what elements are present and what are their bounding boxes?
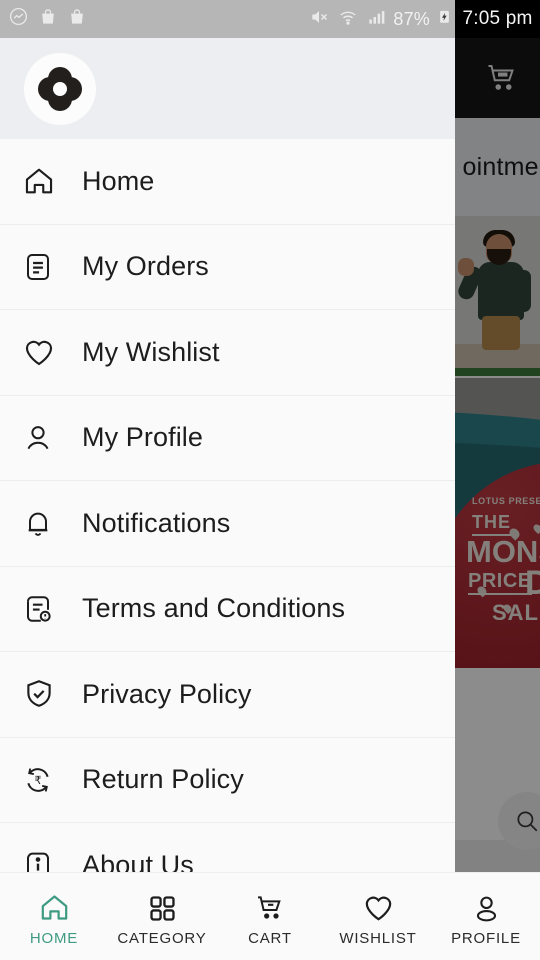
drawer-menu-list: Home My Orders My Wishlist My Profile No… <box>0 139 455 872</box>
nav-item-profile[interactable]: PROFILE <box>432 873 540 960</box>
navigation-drawer: Home My Orders My Wishlist My Profile No… <box>0 38 455 872</box>
status-bar-left-icons <box>8 0 87 38</box>
heart-icon <box>18 335 70 369</box>
drawer-item-my-wishlist[interactable]: My Wishlist <box>0 310 455 396</box>
lotus-flower-logo <box>24 52 96 125</box>
status-bar-clock-area: 7:05 pm <box>455 0 540 38</box>
drawer-item-my-orders[interactable]: My Orders <box>0 224 455 310</box>
drawer-item-return-policy[interactable]: ₹ Return Policy <box>0 737 455 823</box>
cart-icon <box>254 890 286 924</box>
info-icon <box>18 849 70 872</box>
nav-label: HOME <box>29 930 79 947</box>
bottom-navigation-bar: HOME CATEGORY CART WISHLIST PROFILE <box>0 872 540 960</box>
heart-icon <box>362 890 395 924</box>
drawer-item-label: About Us <box>82 849 194 872</box>
drawer-item-about-us[interactable]: About Us <box>0 823 455 872</box>
nav-label: PROFILE <box>451 930 521 947</box>
home-icon <box>18 164 70 198</box>
drawer-item-home[interactable]: Home <box>0 139 455 225</box>
drawer-item-terms-and-conditions[interactable]: Terms and Conditions <box>0 566 455 652</box>
drawer-item-label: My Wishlist <box>82 336 220 367</box>
nav-label: CATEGORY <box>117 930 207 947</box>
nav-item-home[interactable]: HOME <box>0 873 108 960</box>
clock-label: 7:05 pm <box>462 8 533 29</box>
drawer-item-label: Return Policy <box>82 764 244 795</box>
nav-label: WISHLIST <box>339 930 417 947</box>
grid-icon <box>147 890 178 924</box>
nav-item-category[interactable]: CATEGORY <box>108 873 216 960</box>
user-icon <box>471 890 502 924</box>
drawer-item-label: My Orders <box>82 251 209 282</box>
rupee-refresh-icon: ₹ <box>18 764 70 796</box>
drawer-item-privacy-policy[interactable]: Privacy Policy <box>0 652 455 738</box>
nav-label: CART <box>248 930 292 947</box>
shield-check-icon <box>18 677 70 711</box>
battery-percent-label: 87% <box>393 8 430 29</box>
wifi-icon <box>337 7 359 32</box>
volume-muted-icon <box>308 7 330 32</box>
terms-document-icon <box>18 593 70 625</box>
svg-text:₹: ₹ <box>34 774 41 787</box>
signal-bars-icon <box>366 7 386 32</box>
status-bar: 87% 7:05 pm <box>0 0 540 38</box>
drawer-item-label: My Profile <box>82 422 204 453</box>
bell-icon <box>18 507 70 539</box>
drawer-item-label: Privacy Policy <box>82 678 252 709</box>
drawer-header <box>0 38 455 139</box>
drawer-item-label: Notifications <box>82 507 231 538</box>
drawer-item-my-profile[interactable]: My Profile <box>0 395 455 481</box>
drawer-item-label: Home <box>82 165 155 196</box>
shopping-bag-icon <box>38 6 58 33</box>
activity-circle-icon <box>8 6 29 32</box>
shopping-bag-icon <box>67 6 87 33</box>
home-icon <box>38 890 71 924</box>
battery-charging-icon <box>437 6 452 32</box>
drawer-item-label: Terms and Conditions <box>82 593 346 624</box>
nav-item-wishlist[interactable]: WISHLIST <box>324 873 432 960</box>
status-bar-right-icons: 87% <box>308 0 452 38</box>
nav-item-cart[interactable]: CART <box>216 873 324 960</box>
document-list-icon <box>18 251 70 283</box>
user-icon <box>18 422 70 454</box>
drawer-item-notifications[interactable]: Notifications <box>0 481 455 567</box>
